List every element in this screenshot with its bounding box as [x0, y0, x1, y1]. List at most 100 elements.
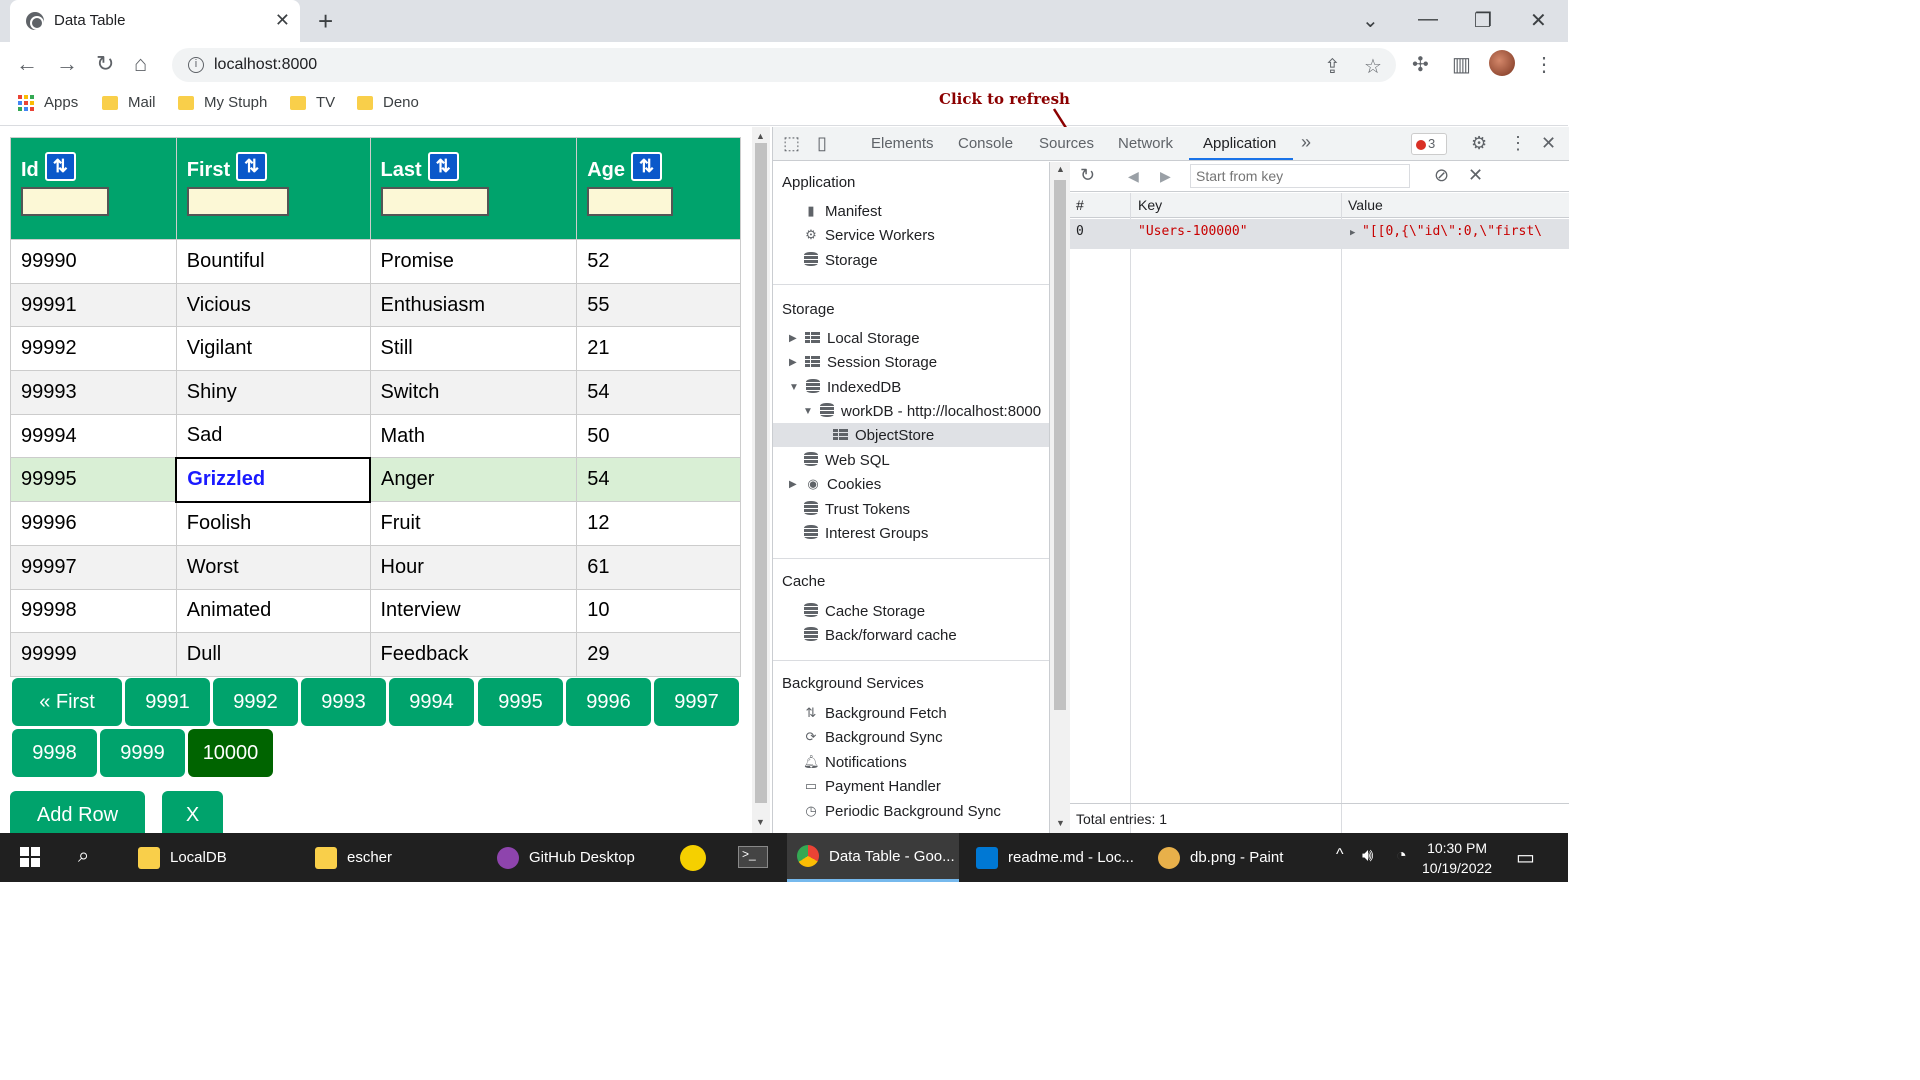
cell-first[interactable]: Animated — [175, 588, 371, 634]
scrollbar-thumb[interactable] — [1054, 180, 1066, 710]
cell-last[interactable]: Promise — [369, 239, 578, 284]
site-info-icon[interactable]: i — [188, 57, 204, 73]
sort-icon[interactable]: ⇅ — [427, 152, 459, 181]
forward-icon[interactable]: → — [56, 51, 78, 77]
sidebar-item-objectstore[interactable]: ObjectStore — [833, 423, 934, 447]
add-row-button[interactable]: Add Row — [10, 791, 145, 833]
terminal-icon[interactable]: >_ — [738, 846, 768, 868]
expand-arrow-icon[interactable]: ▶ — [789, 333, 799, 344]
cell-last[interactable]: Hour — [369, 544, 578, 590]
taskbar-item-paint[interactable]: db.png - Paint — [1148, 833, 1320, 882]
prev-page-icon[interactable]: ◀ — [1128, 168, 1139, 185]
page-button[interactable]: 9996 — [566, 678, 651, 726]
close-tab-icon[interactable]: ✕ — [275, 10, 290, 31]
sidebar-item-local-storage[interactable]: ▶ Local Storage — [789, 326, 920, 350]
sort-icon[interactable]: ⇅ — [44, 152, 76, 181]
bookmark-mail[interactable]: Mail — [102, 94, 156, 111]
sidebar-item-periodic-sync[interactable]: ◷ Periodic Background Sync — [803, 799, 1001, 823]
bookmark-tv[interactable]: TV — [290, 94, 335, 111]
cell-last[interactable]: Feedback — [369, 632, 578, 677]
error-count-badge[interactable]: 3 — [1411, 133, 1447, 155]
sidebar-item-interest-groups[interactable]: Interest Groups — [803, 521, 928, 545]
cell-last[interactable]: Fruit — [369, 501, 578, 546]
cell-last[interactable]: Anger — [369, 457, 578, 503]
cell-id[interactable]: 99992 — [10, 326, 177, 372]
refresh-icon[interactable]: ↻ — [1080, 165, 1095, 186]
home-icon[interactable]: ⌂ — [134, 51, 147, 77]
cell-age[interactable]: 10 — [576, 588, 741, 634]
cell-last[interactable]: Math — [369, 413, 578, 459]
show-hidden-icons-icon[interactable]: ^ — [1336, 846, 1344, 864]
system-clock[interactable]: 10:30 PM 10/19/2022 — [1422, 838, 1492, 878]
sort-icon[interactable]: ⇅ — [236, 152, 268, 181]
cell-age[interactable]: 29 — [576, 632, 741, 677]
bookmark-star-icon[interactable]: ☆ — [1364, 54, 1382, 79]
cell-first[interactable]: Sad — [175, 413, 371, 459]
cell-id[interactable]: 99995 — [10, 457, 177, 503]
filter-first-input[interactable] — [186, 187, 289, 216]
sidebar-item-background-fetch[interactable]: ⇅ Background Fetch — [803, 701, 947, 725]
back-icon[interactable]: ← — [16, 51, 38, 77]
sidebar-item-indexeddb[interactable]: ▼ IndexedDB — [789, 375, 901, 399]
volume-icon[interactable]: 🔊︎ — [1362, 845, 1373, 866]
sidebar-item-notifications[interactable]: 🔔︎ Notifications — [803, 750, 907, 774]
cell-last[interactable]: Enthusiasm — [369, 282, 578, 328]
profile-avatar[interactable] — [1489, 50, 1515, 76]
next-page-icon[interactable]: ▶ — [1160, 168, 1171, 185]
cell-id[interactable]: 99998 — [10, 588, 177, 634]
start-from-key-input[interactable] — [1190, 164, 1410, 188]
taskbar-item-chrome[interactable]: Data Table - Goo... — [787, 833, 959, 882]
url-text[interactable]: localhost:8000 — [214, 56, 317, 74]
inspect-element-icon[interactable]: ⬚ — [783, 133, 800, 154]
scroll-down-icon[interactable]: ▼ — [1056, 818, 1065, 828]
tab-console[interactable]: Console — [958, 135, 1013, 152]
page-button[interactable]: 9993 — [301, 678, 386, 726]
scroll-up-icon[interactable]: ▲ — [1056, 164, 1065, 174]
cell-age[interactable]: 12 — [576, 501, 741, 546]
tab-search-icon[interactable]: ⌄ — [1362, 8, 1379, 33]
page-button[interactable]: 9999 — [100, 729, 185, 777]
close-devtools-icon[interactable]: ✕ — [1541, 133, 1556, 154]
sidebar-item-manifest[interactable]: ▮ Manifest — [803, 199, 881, 223]
tab-network[interactable]: Network — [1118, 135, 1173, 152]
expand-value-icon[interactable]: ▶ — [1350, 228, 1355, 238]
expand-arrow-icon[interactable]: ▶ — [789, 357, 799, 368]
share-icon[interactable]: ⇪ — [1324, 54, 1341, 79]
expand-arrow-icon[interactable]: ▶ — [789, 479, 799, 490]
object-store-row[interactable]: 0 "Users-100000" ▶ "[[0,{\"id\":0,\"firs… — [1070, 219, 1569, 249]
tab-application[interactable]: Application — [1203, 135, 1276, 152]
page-button[interactable]: 9994 — [389, 678, 474, 726]
cell-id[interactable]: 99997 — [10, 544, 177, 590]
cell-age[interactable]: 52 — [576, 239, 741, 284]
tab-elements[interactable]: Elements — [871, 135, 934, 152]
browser-tab-data-table[interactable]: Data Table ✕ — [10, 0, 300, 42]
sidebar-item-web-sql[interactable]: Web SQL — [803, 448, 890, 472]
page-button[interactable]: 9997 — [654, 678, 739, 726]
collapse-arrow-icon[interactable]: ▼ — [803, 406, 813, 417]
taskbar-item-vscode[interactable]: readme.md - Loc... — [966, 833, 1142, 882]
cell-first[interactable]: Bountiful — [175, 239, 371, 284]
sidebar-item-storage[interactable]: Storage — [803, 248, 878, 272]
cell-id[interactable]: 99991 — [10, 282, 177, 328]
search-icon[interactable]: ⌕ — [78, 845, 89, 868]
bookmark-my-stuph[interactable]: My Stuph — [178, 94, 267, 111]
cell-last[interactable]: Interview — [369, 588, 578, 634]
sort-icon[interactable]: ⇅ — [631, 152, 662, 181]
sidebar-item-service-workers[interactable]: ⚙ Service Workers — [803, 223, 935, 247]
cell-id[interactable]: 99996 — [10, 501, 177, 546]
sidebar-item-workdb[interactable]: ▼ workDB - http://localhost:8000 — [803, 399, 1041, 423]
cell-id[interactable]: 99999 — [10, 632, 177, 677]
gear-icon[interactable]: ⚙ — [1471, 133, 1487, 154]
taskbar-item-escher[interactable]: escher — [305, 833, 475, 882]
page-button[interactable]: 9995 — [478, 678, 563, 726]
close-window-icon[interactable]: ✕ — [1530, 8, 1547, 33]
notification-center-icon[interactable]: ▭ — [1516, 845, 1535, 870]
page-first-button[interactable]: « First — [12, 678, 122, 726]
cell-id[interactable]: 99994 — [10, 413, 177, 459]
scrollbar-thumb[interactable] — [755, 143, 767, 803]
cell-first-editing[interactable]: Grizzled — [175, 456, 371, 503]
collapse-arrow-icon[interactable]: ▼ — [789, 382, 799, 393]
delete-button[interactable]: X — [162, 791, 223, 833]
sidebar-item-trust-tokens[interactable]: Trust Tokens — [803, 497, 910, 521]
cell-age[interactable]: 54 — [576, 370, 741, 415]
